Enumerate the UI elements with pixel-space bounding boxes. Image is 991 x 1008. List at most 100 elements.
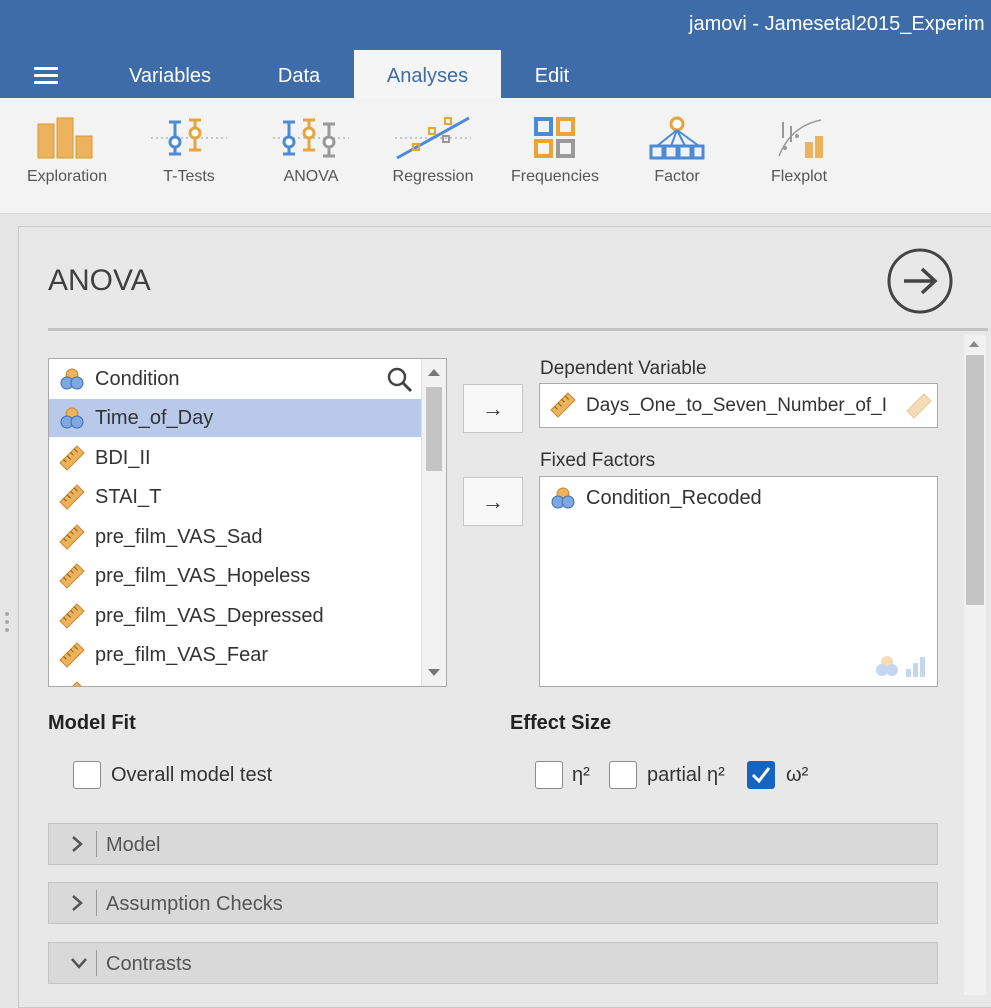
tab-variables[interactable]: Variables <box>108 50 232 98</box>
panel-scrollbar[interactable] <box>964 335 986 995</box>
frequencies-button[interactable]: Frequencies <box>500 116 610 186</box>
scroll-down-icon[interactable] <box>428 669 440 676</box>
section-label: Assumption Checks <box>106 893 283 915</box>
frequencies-icon <box>534 117 575 158</box>
section-model[interactable]: Model <box>48 823 938 865</box>
fixed-factors-label: Fixed Factors <box>540 450 656 471</box>
dependent-variable-label: Dependent Variable <box>540 358 707 379</box>
anova-label: ANOVA <box>283 168 339 185</box>
t-tests-label: T-Tests <box>163 168 215 185</box>
chevron-right-icon <box>72 836 83 852</box>
move-to-dependent-button[interactable]: → <box>463 384 523 433</box>
variable-name: Time_of_Day <box>95 406 214 429</box>
title-bar: jamovi - Jamesetal2015_Experim Variables… <box>0 0 991 98</box>
section-assumption-checks[interactable]: Assumption Checks <box>48 882 938 924</box>
chevron-down-icon <box>71 958 87 969</box>
ruler-icon <box>59 681 85 686</box>
t-tests-button[interactable]: T-Tests <box>134 116 244 186</box>
list-item[interactable]: BDI_II <box>49 439 421 477</box>
scroll-up-icon[interactable] <box>428 369 440 376</box>
variable-name: pre_film_VAS_Sad <box>95 525 263 548</box>
nominal-icon <box>60 407 84 429</box>
scroll-thumb[interactable] <box>966 355 984 605</box>
list-item[interactable]: Time_of_Day <box>49 399 421 437</box>
eta-squared-checkbox[interactable] <box>535 761 563 789</box>
allowed-types-icon <box>876 656 925 677</box>
regression-label: Regression <box>392 168 474 185</box>
analyses-ribbon: Exploration T-Tests ANOVA Regression Fre… <box>0 98 991 214</box>
frequencies-label: Frequencies <box>510 168 600 185</box>
checkmark-icon <box>751 767 771 784</box>
tab-edit[interactable]: Edit <box>510 50 594 98</box>
scroll-up-icon[interactable] <box>969 341 979 347</box>
list-item[interactable]: STAI_T <box>49 478 421 516</box>
tab-data[interactable]: Data <box>248 50 350 98</box>
resize-grip[interactable] <box>5 612 9 636</box>
move-to-factors-button[interactable]: → <box>463 477 523 526</box>
section-label: Contrasts <box>106 953 192 975</box>
list-item[interactable]: Condition_Recoded <box>550 485 762 511</box>
chevron-right-icon <box>72 895 83 911</box>
variable-name: Condition <box>95 367 180 390</box>
overall-model-test-checkbox[interactable] <box>73 761 101 789</box>
regression-button[interactable]: Regression <box>378 116 488 186</box>
list-item[interactable]: pre_film_VAS_Sad <box>49 518 421 556</box>
factor-button[interactable]: Factor <box>622 116 732 186</box>
list-item[interactable]: pre_film_VAS_Depressed <box>49 597 421 635</box>
partial-eta-squared-checkbox[interactable] <box>609 761 637 789</box>
variables-list[interactable]: Condition Time_of_Day BDI_II STAI_T pre_… <box>48 358 447 687</box>
flexplot-label: Flexplot <box>770 168 828 185</box>
nominal-icon <box>60 368 84 390</box>
nominal-icon <box>551 487 575 509</box>
omega-squared-label: ω² <box>786 764 809 786</box>
exploration-icon <box>37 117 93 159</box>
tab-analyses[interactable]: Analyses <box>354 50 501 98</box>
scroll-thumb[interactable] <box>426 387 442 471</box>
variable-name: pre_film_VAS_Hopeless <box>95 564 311 587</box>
overall-model-test-label: Overall model test <box>111 764 273 786</box>
ruler-icon <box>59 563 85 589</box>
arrow-right-icon: → <box>482 488 504 514</box>
menu-icon[interactable] <box>34 67 58 85</box>
anova-icon <box>273 118 349 158</box>
anova-button[interactable]: ANOVA <box>256 116 366 186</box>
page-title: ANOVA <box>48 264 151 297</box>
factor-icon <box>649 116 705 160</box>
variables-scrollbar[interactable] <box>421 359 446 686</box>
ruler-icon <box>59 642 85 668</box>
t-tests-icon <box>151 118 227 156</box>
ruler-icon <box>59 484 85 510</box>
variable-name: BDI_II <box>95 446 151 469</box>
variable-name: STAI_T <box>95 485 162 508</box>
list-item-partial <box>49 675 421 686</box>
list-item[interactable]: pre_film_VAS_Hopeless <box>49 557 421 595</box>
fixed-factors-list[interactable]: Condition_Recoded <box>539 476 938 687</box>
exploration-button[interactable]: Exploration <box>12 116 122 186</box>
list-item[interactable]: Condition <box>49 360 421 398</box>
flexplot-icon <box>778 119 823 158</box>
variable-name: pre_film_VAS_Fear <box>95 643 269 666</box>
dependent-variable-value: Days_One_to_Seven_Number_of_In... <box>586 395 886 416</box>
arrow-right-icon: → <box>482 395 504 421</box>
eta-squared-label: η² <box>572 764 590 786</box>
exploration-label: Exploration <box>26 168 108 185</box>
flexplot-button[interactable]: Flexplot <box>744 116 854 186</box>
partial-eta-squared-label: partial η² <box>647 764 725 786</box>
factor-name: Condition_Recoded <box>586 486 762 509</box>
run-arrow-icon[interactable] <box>886 248 954 321</box>
header-divider <box>48 328 988 331</box>
dependent-variable-field[interactable]: Days_One_to_Seven_Number_of_In... <box>539 383 938 428</box>
omega-squared-checkbox[interactable] <box>747 761 775 789</box>
factor-label: Factor <box>654 168 700 185</box>
section-contrasts[interactable]: Contrasts <box>48 942 938 984</box>
effect-size-heading: Effect Size <box>510 712 612 734</box>
section-label: Model <box>106 834 161 856</box>
search-icon[interactable] <box>386 366 414 399</box>
list-item[interactable]: pre_film_VAS_Fear <box>49 636 421 674</box>
regression-icon <box>395 116 471 160</box>
ruler-icon <box>906 393 932 419</box>
ruler-icon <box>59 445 85 471</box>
ruler-icon <box>550 392 576 418</box>
ruler-icon <box>59 524 85 550</box>
model-fit-heading: Model Fit <box>48 712 136 734</box>
